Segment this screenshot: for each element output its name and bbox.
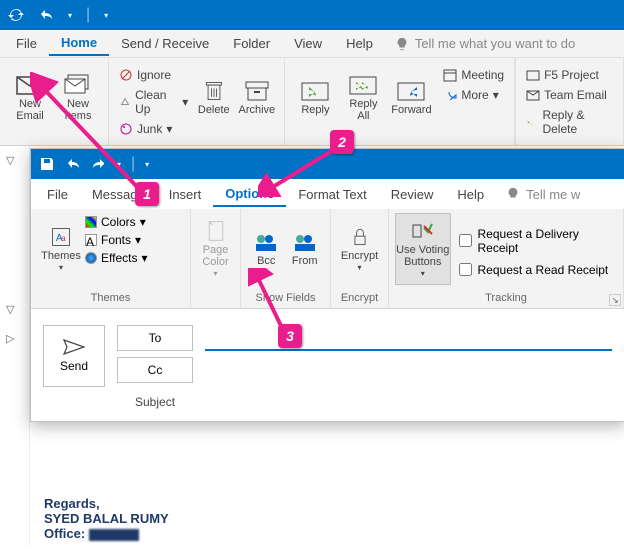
page-color-button[interactable]: Page Color▾	[197, 213, 234, 285]
from-button[interactable]: From	[286, 213, 325, 285]
office-redacted	[89, 529, 139, 541]
encrypt-button[interactable]: Encrypt▾	[337, 213, 382, 285]
message-signature: Regards, SYED BALAL RUMY Office:	[44, 496, 169, 541]
main-menubar: File Home Send / Receive Folder View Hel…	[0, 30, 624, 58]
svg-text:a: a	[61, 233, 66, 243]
signature-name: SYED BALAL RUMY	[44, 511, 169, 526]
tab-help[interactable]: Help	[334, 32, 385, 55]
compose-tell-me-label: Tell me w	[526, 187, 580, 202]
compose-tab-review[interactable]: Review	[379, 183, 446, 206]
compose-header-area: Send To Cc Subject	[31, 309, 624, 421]
tab-file[interactable]: File	[4, 32, 49, 55]
folder-gutter: ▽ ▽ ▷	[0, 146, 30, 546]
themes-button[interactable]: Aa Themes▾	[37, 213, 85, 285]
tracking-dialog-launcher[interactable]: ↘	[609, 294, 621, 306]
compose-tab-file[interactable]: File	[35, 183, 80, 206]
bulb-icon	[395, 37, 409, 51]
themes-group-label: Themes	[31, 290, 190, 308]
compose-tab-format[interactable]: Format Text	[286, 183, 378, 206]
compose-qat-customize[interactable]: ▾	[145, 160, 149, 169]
cc-button[interactable]: Cc	[117, 357, 193, 383]
main-titlebar: ▾ | ▾	[0, 0, 624, 30]
quickstep-reply-delete[interactable]: Reply & Delete	[522, 106, 617, 138]
undo-icon[interactable]	[65, 156, 81, 172]
gutter-collapse-2[interactable]: ▽	[0, 295, 29, 324]
compose-tab-help[interactable]: Help	[445, 183, 496, 206]
gutter-expand[interactable]: ▷	[0, 324, 29, 353]
qat-customize-icon[interactable]: ▾	[104, 11, 108, 20]
save-icon[interactable]	[39, 156, 55, 172]
more-button[interactable]: More ▾	[439, 86, 508, 104]
colors-button[interactable]: Colors ▾	[85, 215, 148, 229]
quickstep-f5[interactable]: F5 Project	[522, 66, 617, 84]
bulb-icon	[506, 187, 520, 201]
compose-qat-dropdown[interactable]: ▾	[117, 160, 121, 169]
tell-me-search[interactable]: Tell me what you want to do	[395, 36, 575, 51]
compose-titlebar: ▾ | ▾	[31, 149, 624, 179]
tab-folder[interactable]: Folder	[221, 32, 282, 55]
annotation-3: 3	[278, 324, 302, 348]
tab-home[interactable]: Home	[49, 31, 109, 56]
tracking-label: Tracking	[389, 290, 623, 308]
send-button[interactable]: Send	[43, 325, 105, 387]
subject-label: Subject	[117, 389, 193, 409]
compose-window: ▾ | ▾ File Message Insert Options Format…	[30, 148, 624, 422]
show-fields-label: Show Fields	[241, 290, 330, 308]
annotation-1: 1	[135, 182, 159, 206]
forward-button[interactable]: Forward	[387, 62, 435, 134]
archive-button[interactable]: Archive	[235, 62, 278, 134]
annotation-2: 2	[330, 130, 354, 154]
compose-tab-options[interactable]: Options	[213, 182, 286, 207]
gutter-collapse-1[interactable]: ▽	[0, 146, 29, 175]
encrypt-label: Encrypt	[331, 290, 388, 308]
to-button[interactable]: To	[117, 325, 193, 351]
tab-view[interactable]: View	[282, 32, 334, 55]
meeting-button[interactable]: Meeting	[439, 66, 508, 84]
reply-all-button[interactable]: Reply All	[339, 62, 387, 134]
office-label: Office:	[44, 526, 85, 541]
quickstep-team[interactable]: Team Email	[522, 86, 617, 104]
new-email-button[interactable]: New Email	[6, 62, 54, 134]
delivery-receipt-checkbox[interactable]: Request a Delivery Receipt	[451, 223, 617, 259]
tab-send-receive[interactable]: Send / Receive	[109, 32, 221, 55]
main-ribbon: New Email New Items Ignore Clean Up ▾ Ju…	[0, 58, 624, 146]
reply-button[interactable]: Reply	[291, 62, 339, 134]
qat-dropdown-icon[interactable]: ▾	[68, 11, 72, 20]
fonts-button[interactable]: AFonts ▾	[85, 233, 148, 247]
read-receipt-checkbox[interactable]: Request a Read Receipt	[451, 259, 617, 281]
compose-tell-me[interactable]: Tell me w	[506, 187, 580, 202]
bcc-button[interactable]: Bcc	[247, 213, 286, 285]
delete-button[interactable]: Delete	[192, 62, 235, 134]
effects-button[interactable]: Effects ▾	[85, 251, 148, 265]
regards-line: Regards,	[44, 496, 169, 511]
to-field[interactable]	[205, 325, 612, 351]
junk-button[interactable]: Junk ▾	[115, 120, 192, 138]
sync-icon[interactable]	[8, 7, 24, 23]
new-items-button[interactable]: New Items	[54, 62, 102, 134]
compose-ribbon: Aa Themes▾ Colors ▾ AFonts ▾ Effects ▾ T…	[31, 209, 624, 309]
tell-me-label: Tell me what you want to do	[415, 36, 575, 51]
redo-icon[interactable]	[91, 156, 107, 172]
clean-up-button[interactable]: Clean Up ▾	[115, 86, 192, 118]
compose-menubar: File Message Insert Options Format Text …	[31, 179, 624, 209]
undo-icon[interactable]	[38, 7, 54, 23]
voting-buttons[interactable]: Use Voting Buttons▾	[395, 213, 451, 285]
compose-tab-insert[interactable]: Insert	[157, 183, 214, 206]
ignore-button[interactable]: Ignore	[115, 66, 192, 84]
